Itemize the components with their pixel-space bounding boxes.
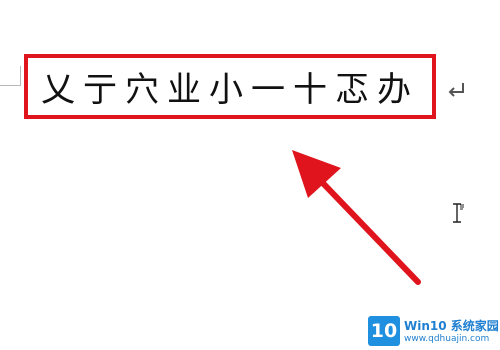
page-corner-vertical (20, 66, 21, 86)
paragraph-return-icon (448, 83, 464, 97)
i-beam-cursor-icon (453, 203, 464, 223)
highlight-box (24, 54, 436, 119)
red-arrow-icon (292, 150, 421, 285)
page-corner-horizontal (0, 85, 21, 86)
watermark-title: Win10 系统家园 (404, 319, 499, 333)
site-watermark: 10 Win10 系统家园 www.qdhuajin.com (368, 316, 499, 348)
watermark-url: www.qdhuajin.com (404, 334, 490, 344)
watermark-logo: 10 (368, 316, 400, 346)
